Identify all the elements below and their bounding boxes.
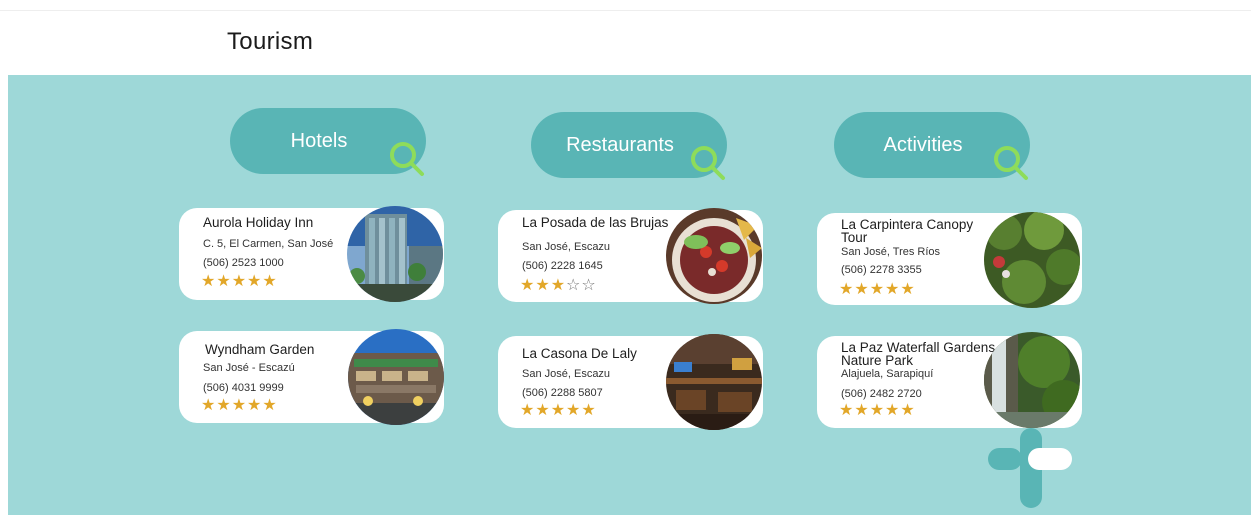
restaurants-label: Restaurants: [566, 133, 674, 156]
restaurant-photo-posada: [666, 208, 762, 304]
activity-photo-lapaz: [984, 332, 1080, 428]
hotels-label: Hotels: [290, 129, 348, 152]
card-address: San José, Escazu: [522, 368, 611, 380]
card-phone: (506) 2523 1000: [203, 257, 284, 269]
restaurant-photo-casona: [666, 334, 762, 430]
star-icon: ★★★★★: [201, 397, 278, 414]
star-empty-icon: ☆☆: [566, 277, 597, 294]
star-rating: ★★★☆☆: [520, 278, 597, 294]
card-phone: (506) 4031 9999: [203, 382, 284, 394]
restaurants-search-button[interactable]: Restaurants: [531, 112, 727, 180]
search-icon: [390, 142, 424, 176]
page-title: Tourism: [227, 28, 314, 55]
top-divider: [0, 10, 1251, 11]
card-address: San José - Escazú: [203, 362, 295, 374]
star-icon: ★★★: [520, 277, 567, 294]
card-address: Alajuela, Sarapiquí: [841, 368, 934, 380]
card-address: San José, Tres Ríos: [841, 246, 941, 258]
star-rating: ★★★★★: [520, 403, 597, 419]
hotel-photo-wyndham: [348, 329, 444, 425]
star-rating: ★★★★★: [201, 398, 278, 414]
star-rating: ★★★★★: [839, 403, 916, 419]
star-icon: ★★★★★: [839, 281, 916, 298]
card-phone: (506) 2228 1645: [522, 260, 603, 272]
star-icon: ★★★★★: [520, 402, 597, 419]
activities-search-button[interactable]: Activities: [834, 112, 1030, 180]
search-icon: [994, 146, 1028, 180]
hotels-search-button[interactable]: Hotels: [230, 108, 426, 176]
plus-logo: [988, 428, 1072, 508]
card-address: C. 5, El Carmen, San José: [203, 238, 334, 250]
card-name: La Carpintera Canopy Tour: [841, 217, 974, 245]
activities-label: Activities: [883, 133, 963, 156]
hotel-photo-aurola: [347, 206, 443, 302]
card-phone: (506) 2482 2720: [841, 388, 922, 400]
search-icon: [691, 146, 725, 180]
card-address: San José, Escazu: [522, 241, 611, 253]
card-phone: (506) 2288 5807: [522, 387, 603, 399]
star-rating: ★★★★★: [201, 274, 278, 290]
activity-photo-carpintera: [984, 212, 1080, 308]
star-rating: ★★★★★: [839, 282, 916, 298]
star-icon: ★★★★★: [839, 402, 916, 419]
card-phone: (506) 2278 3355: [841, 264, 922, 276]
star-icon: ★★★★★: [201, 273, 278, 290]
